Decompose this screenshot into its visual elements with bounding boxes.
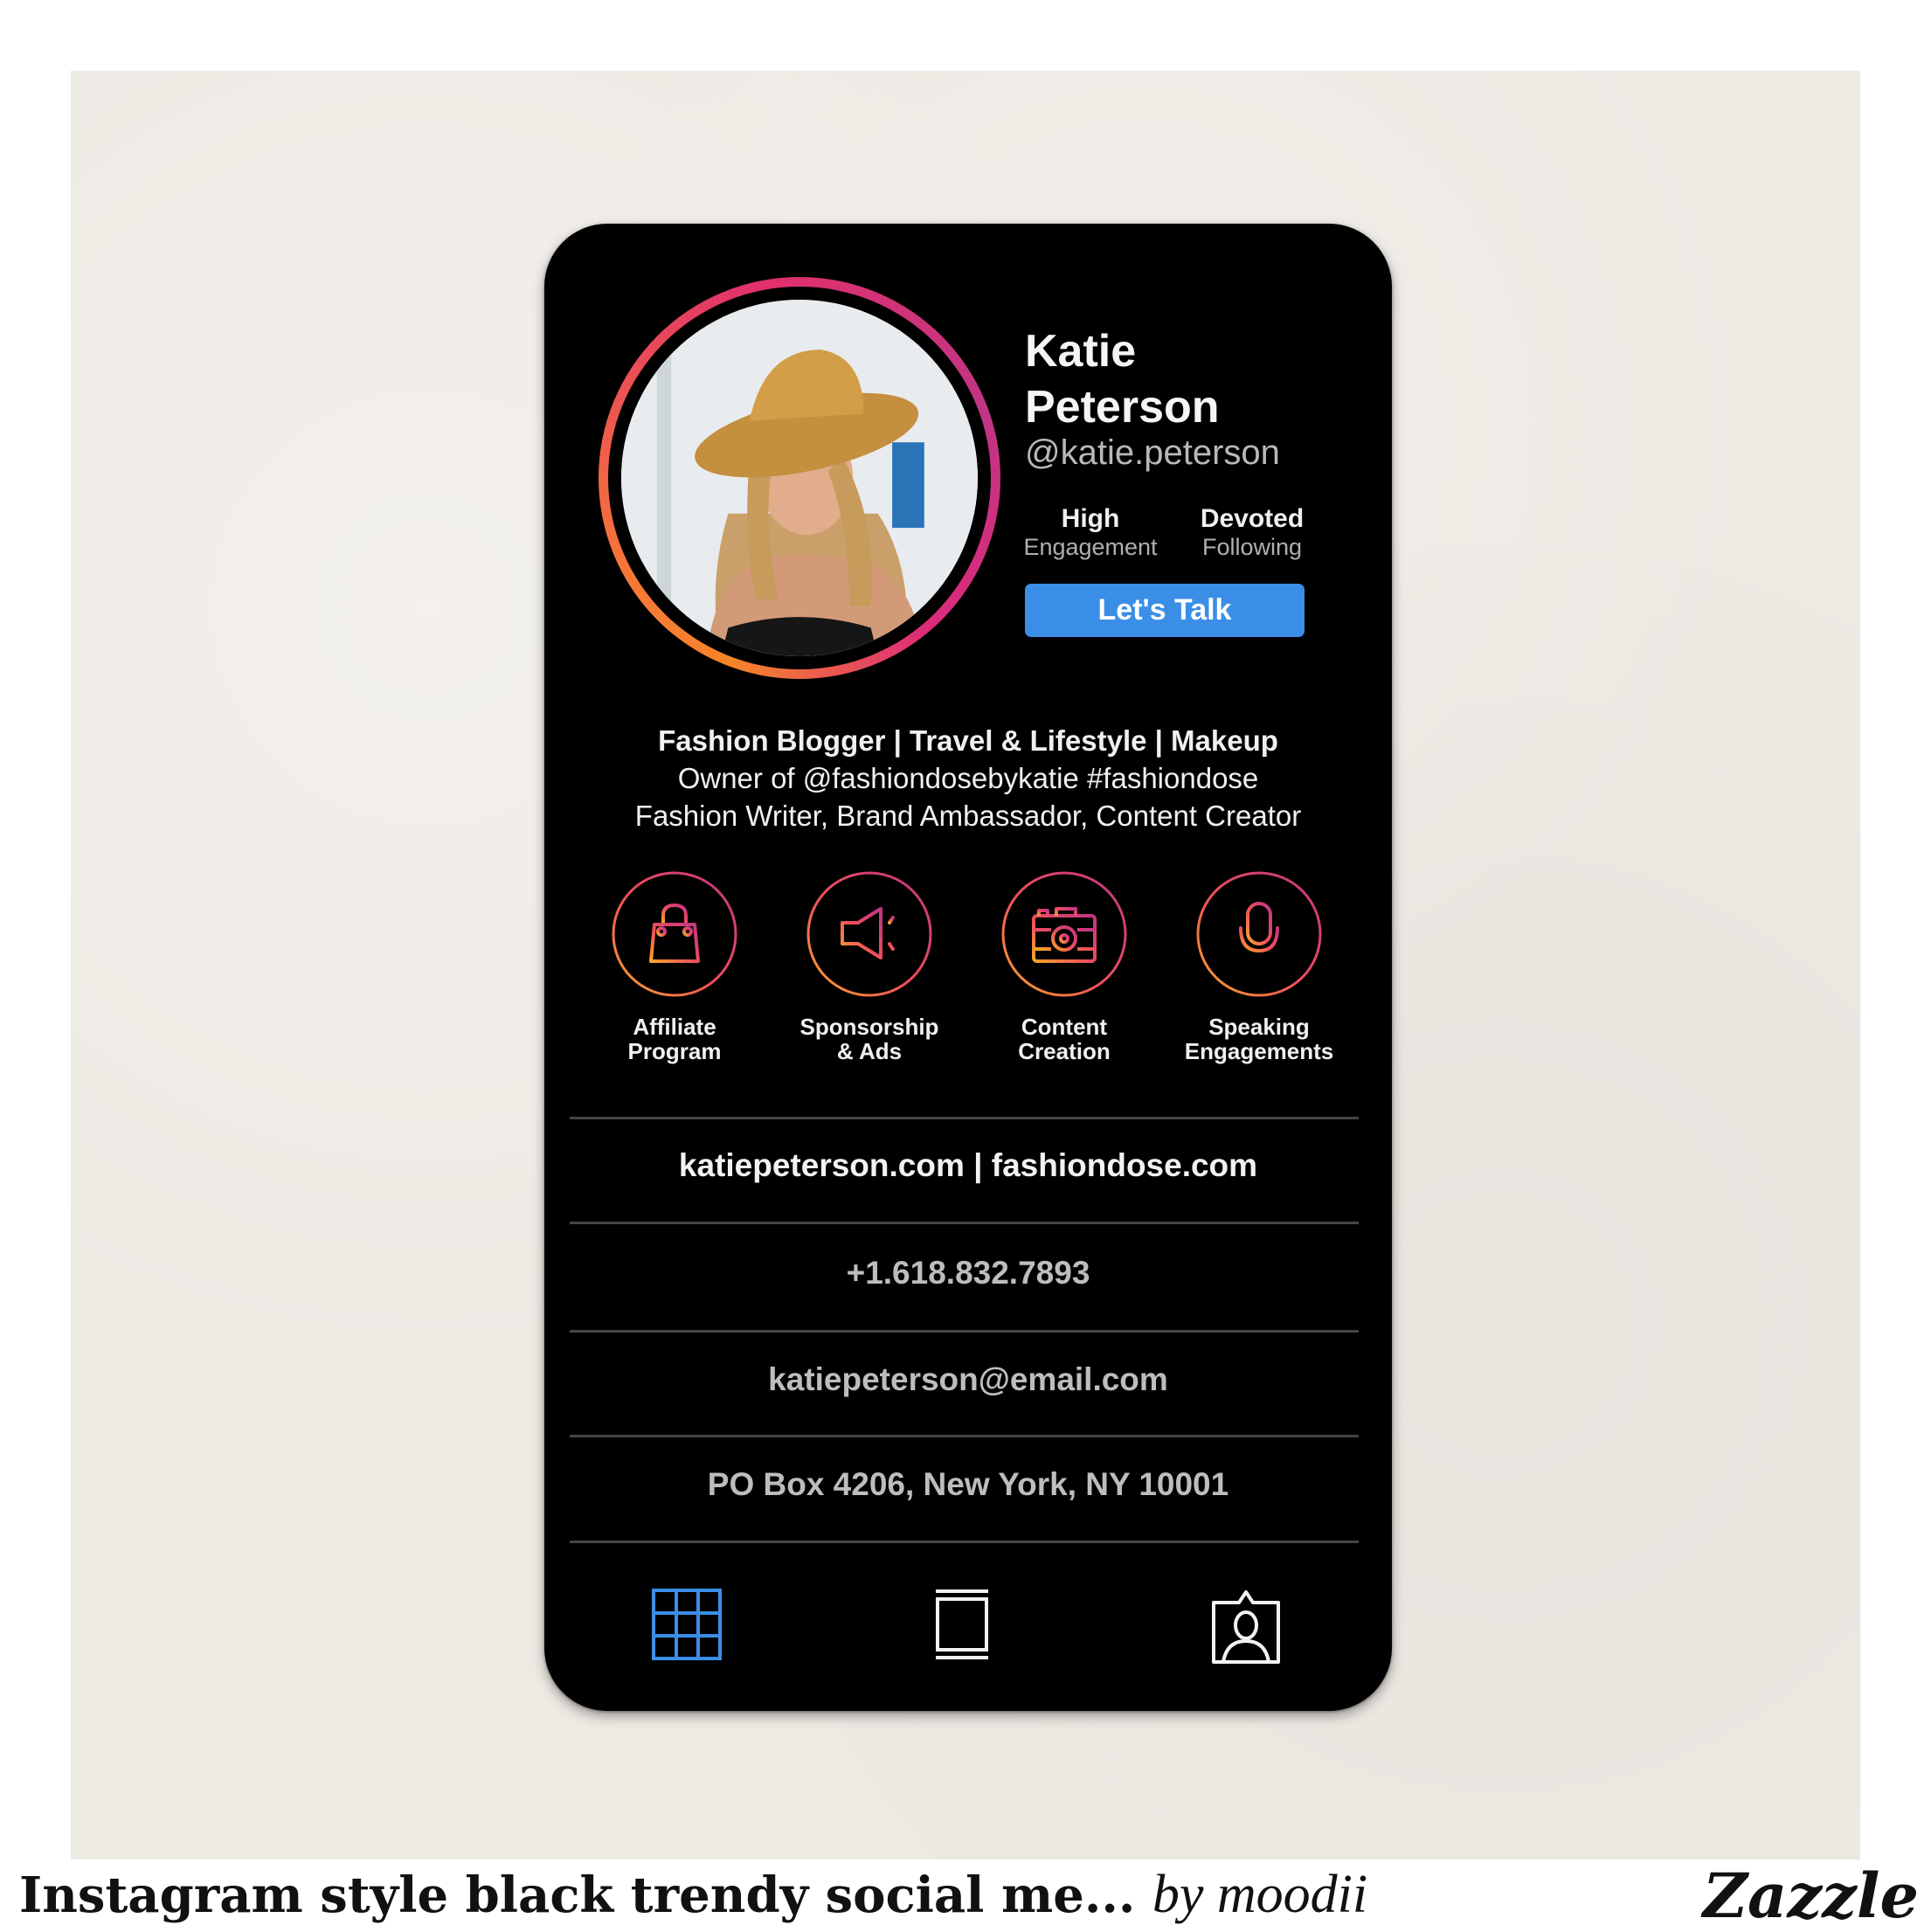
shopping-bag-icon [612, 871, 737, 997]
phone[interactable]: +1.618.832.7893 [544, 1255, 1392, 1291]
bio-line: Fashion Writer, Brand Ambassador, Conten… [634, 800, 1302, 832]
product-caption: Instagram style black trendy social me..… [19, 1864, 1367, 1926]
zazzle-logo[interactable]: Zazzle [1703, 1859, 1919, 1932]
feed-icon[interactable] [934, 1589, 990, 1660]
avatar-photo [621, 300, 978, 656]
lets-talk-button[interactable]: Let's Talk [1025, 584, 1305, 637]
divider [570, 1222, 1359, 1224]
tagged-icon[interactable] [1211, 1589, 1281, 1664]
bio-line: Owner of @fashiondosebykatie #fashiondos… [677, 762, 1259, 794]
stat-label: Following [1201, 534, 1303, 560]
email[interactable]: katiepeterson@email.com [544, 1361, 1392, 1398]
service-label: Affiliate Program [627, 1014, 722, 1064]
service-affiliate-program[interactable]: Affiliate Program [587, 870, 762, 1063]
profile-name: Katie Peterson [1025, 323, 1220, 435]
address: PO Box 4206, New York, NY 10001 [707, 1466, 1229, 1502]
bio: Fashion Blogger | Travel & Lifestyle | M… [544, 722, 1392, 834]
megaphone-icon [806, 871, 932, 997]
service-label: Sponsorship & Ads [799, 1014, 939, 1064]
bio-headline: Fashion Blogger | Travel & Lifestyle | M… [658, 724, 1278, 757]
business-card: Katie Peterson @katie.peterson High Enga… [544, 224, 1392, 1711]
service-sponsorship-ads[interactable]: Sponsorship & Ads [782, 870, 957, 1063]
service-content-creation[interactable]: Content Creation [977, 870, 1152, 1063]
service-label: Content Creation [1018, 1014, 1111, 1064]
first-name: Katie [1025, 326, 1137, 377]
avatar[interactable] [621, 300, 978, 656]
stat-engagement: High Engagement [1003, 505, 1178, 561]
profile-handle[interactable]: @katie.peterson [1025, 433, 1280, 473]
last-name: Peterson [1025, 382, 1220, 433]
service-speaking-engagements[interactable]: Speaking Engagements [1172, 870, 1346, 1063]
divider [570, 1117, 1359, 1119]
stat-following: Devoted Following [1165, 505, 1339, 561]
stat-label: Engagement [1023, 534, 1158, 560]
grid-icon[interactable] [652, 1589, 722, 1660]
avatar-gradient-ring [599, 277, 1000, 679]
stat-value: High [1061, 504, 1120, 533]
designer-credit[interactable]: by moodii [1152, 1865, 1367, 1924]
divider [570, 1435, 1359, 1437]
divider [570, 1330, 1359, 1333]
divider [570, 1541, 1359, 1543]
websites[interactable]: katiepeterson.com | fashiondose.com [544, 1147, 1392, 1184]
product-title[interactable]: Instagram style black trendy social me..… [19, 1866, 1135, 1924]
camera-icon [1001, 871, 1127, 997]
microphone-icon [1196, 871, 1322, 997]
service-label: Speaking Engagements [1184, 1014, 1334, 1064]
stat-value: Devoted [1200, 504, 1305, 533]
